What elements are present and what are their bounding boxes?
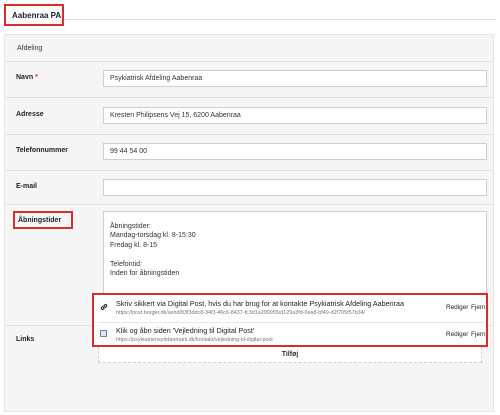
- links-label: Links: [16, 336, 35, 343]
- favicon-icon: [100, 330, 108, 338]
- link-title[interactable]: Klik og åbn siden 'Vejledning til Digita…: [116, 326, 254, 335]
- row-divider: [5, 134, 493, 135]
- remove-link-button[interactable]: Fjern: [471, 331, 486, 338]
- email-field[interactable]: [103, 179, 487, 196]
- edit-link-button[interactable]: Rediger: [446, 304, 468, 311]
- tab-aabenraa-pa[interactable]: Aabenraa PA: [4, 4, 64, 26]
- email-label: E-mail: [16, 183, 38, 190]
- address-field[interactable]: Kresten Philipsens Vej 15, 6200 Aabenraa: [103, 107, 487, 124]
- name-label-text: Navn: [16, 74, 34, 81]
- address-label: Adresse: [16, 111, 44, 118]
- link-url: https://post.borger.dk/send/83f3ddc8-34f…: [116, 310, 366, 316]
- phone-label: Telefonnummer: [16, 147, 68, 154]
- link-item: Klik og åbn siden 'Vejledning til Digita…: [98, 324, 486, 348]
- section-title: Afdeling: [17, 45, 43, 52]
- opening-hours-line: Fredag kl. 8-15: [110, 241, 158, 249]
- opening-hours-line: Inden for åbningstiden: [110, 270, 180, 278]
- links-list: Skriv sikkert via Digital Post, hvis du …: [92, 293, 488, 347]
- link-icon: [100, 303, 108, 311]
- section-divider: [5, 61, 493, 62]
- opening-hours-label: Åbningstider: [13, 211, 73, 229]
- opening-hours-line: [110, 250, 480, 259]
- link-item: Skriv sikkert via Digital Post, hvis du …: [98, 297, 486, 321]
- row-divider: [5, 204, 493, 205]
- opening-hours-line: Åbningstider:: [110, 223, 151, 230]
- name-label: Navn *: [16, 74, 38, 81]
- opening-hours-line: Telefontid:: [110, 260, 142, 268]
- add-link-button[interactable]: Tilføj: [98, 347, 482, 363]
- row-divider: [5, 170, 493, 171]
- remove-link-button[interactable]: Fjern: [471, 304, 486, 311]
- tab-divider: [64, 19, 496, 20]
- required-marker: *: [35, 74, 38, 81]
- opening-hours-line: Mandag-torsdag kl. 8-15:30: [110, 232, 196, 240]
- edit-link-button[interactable]: Rediger: [446, 331, 468, 338]
- link-divider: [98, 322, 484, 323]
- link-title[interactable]: Skriv sikkert via Digital Post, hvis du …: [116, 299, 404, 308]
- row-divider: [5, 97, 493, 98]
- link-url: https://psykiatriensyddanmark.dk/kontakt…: [116, 337, 273, 343]
- name-field[interactable]: Psykiatrisk Afdeling Aabenraa: [103, 70, 487, 87]
- phone-field[interactable]: 99 44 54 00: [103, 143, 487, 160]
